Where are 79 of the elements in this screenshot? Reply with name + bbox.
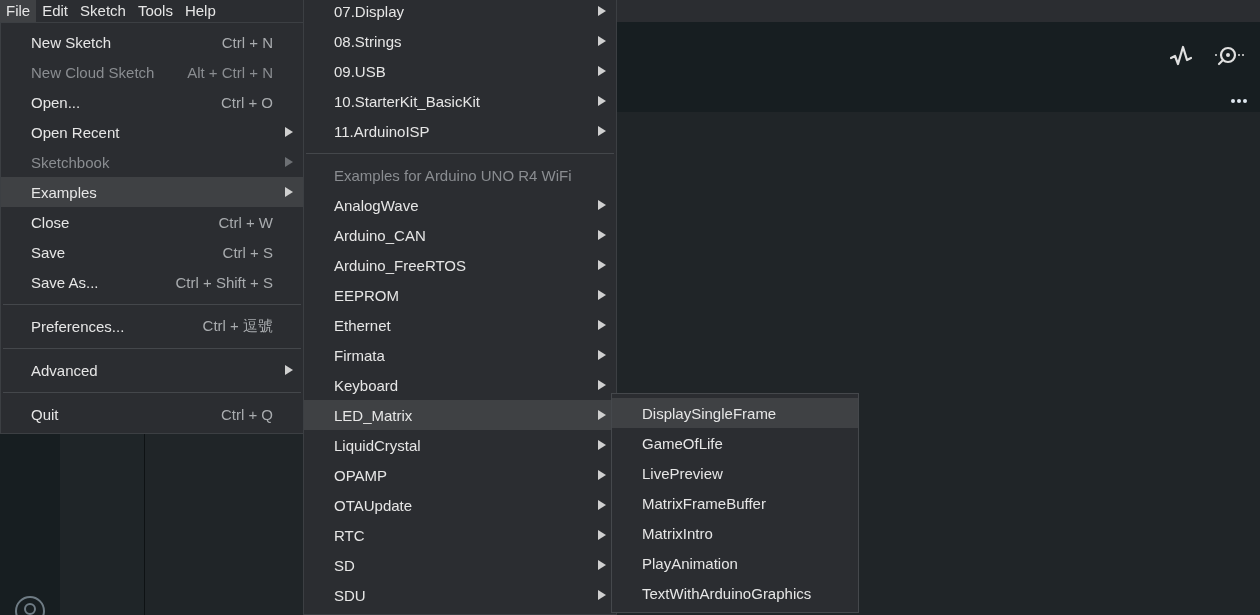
- menu-item[interactable]: 07.Display: [304, 0, 616, 26]
- menu-item-label: MatrixIntro: [642, 524, 713, 542]
- menu-item[interactable]: AnalogWave: [304, 190, 616, 220]
- menu-item-label: Keyboard: [334, 376, 399, 394]
- serial-plotter-icon[interactable]: [1170, 44, 1192, 68]
- menu-item-label: Arduino_CAN: [334, 226, 426, 244]
- menubar-item[interactable]: Help: [178, 0, 222, 22]
- menu-item-label: EEPROM: [334, 286, 399, 304]
- shortcut-text: Ctrl + S: [222, 243, 274, 261]
- menu-item[interactable]: Examples: [1, 177, 303, 207]
- menu-item-label: AnalogWave: [334, 196, 419, 214]
- menu-item[interactable]: New Sketch Ctrl + N: [1, 27, 303, 57]
- menu-item[interactable]: Close Ctrl + W: [1, 207, 303, 237]
- menubar-item[interactable]: Tools: [131, 0, 179, 22]
- menu-item[interactable]: 09.USB: [304, 56, 616, 86]
- menubar-item[interactable]: File: [0, 0, 37, 22]
- menu-item-label: SD: [334, 556, 355, 574]
- menu-item-label: OPAMP: [334, 466, 388, 484]
- menu-item-label: Close: [31, 213, 70, 231]
- more-icon[interactable]: [1230, 98, 1248, 104]
- menu-item[interactable]: Arduino_CAN: [304, 220, 616, 250]
- shortcut-text: Ctrl + 逗號: [202, 316, 274, 336]
- menu-section-header: Examples for Arduino UNO R4 WiFi: [333, 165, 573, 186]
- menu-item-label: Firmata: [334, 346, 385, 364]
- menu-item-label: LiquidCrystal: [334, 436, 421, 454]
- menu-item[interactable]: Keyboard: [304, 370, 616, 400]
- menu-item-label: 08.Strings: [334, 32, 402, 50]
- menu-item-label: Examples: [31, 183, 97, 201]
- serial-monitor-icon[interactable]: [1214, 45, 1246, 67]
- menu-item[interactable]: Save As... Ctrl + Shift + S: [1, 267, 303, 297]
- menu-item-label: OTAUpdate: [334, 496, 413, 514]
- menu-item-label: Arduino_FreeRTOS: [334, 256, 466, 274]
- menu-item-label: RTC: [334, 526, 365, 544]
- menu-item[interactable]: Open... Ctrl + O: [1, 87, 303, 117]
- shortcut-text: Alt + Ctrl + N: [187, 63, 274, 81]
- menu-item[interactable]: Arduino_FreeRTOS: [304, 250, 616, 280]
- menu-item[interactable]: Quit Ctrl + Q: [1, 399, 303, 429]
- menu-item-label: Quit: [31, 405, 59, 423]
- menu-item-label: Open...: [31, 93, 81, 111]
- menu-item-label: PlayAnimation: [642, 554, 738, 572]
- menubar-item[interactable]: Edit: [36, 0, 75, 22]
- menu-item[interactable]: Open Recent: [1, 117, 303, 147]
- menu-item-label: Sketchbook: [31, 153, 110, 171]
- menu-item-label: New Cloud Sketch: [31, 63, 155, 81]
- menu-item[interactable]: 10.StarterKit_BasicKit: [304, 86, 616, 116]
- menu-item-label: MatrixFrameBuffer: [642, 494, 766, 512]
- menu-item-label: DisplaySingleFrame: [642, 404, 777, 422]
- menu-item[interactable]: 11.ArduinoISP: [304, 116, 616, 146]
- menu-item-label: GameOfLife: [642, 434, 723, 452]
- menu-item-label: Save: [31, 243, 66, 261]
- menu-item[interactable]: 08.Strings: [304, 26, 616, 56]
- menu-item-label: Ethernet: [334, 316, 391, 334]
- menu-item-label: 09.USB: [334, 62, 386, 80]
- menu-item-label: Open Recent: [31, 123, 120, 141]
- menu-item-label: LED_Matrix: [334, 406, 413, 424]
- shortcut-text: Ctrl + W: [218, 213, 274, 231]
- shortcut-text: Ctrl + O: [220, 93, 274, 111]
- shortcut-text: Ctrl + Shift + S: [175, 273, 274, 291]
- menu-item-label: Preferences...: [31, 317, 125, 335]
- menu-item-label: SDU: [334, 586, 366, 604]
- menu-item[interactable]: EEPROM: [304, 280, 616, 310]
- menu-item-label: LivePreview: [642, 464, 723, 482]
- menu-item-label: 07.Display: [334, 2, 405, 20]
- menu-item[interactable]: DisplaySingleFrame: [612, 398, 858, 428]
- shortcut-text: Ctrl + N: [221, 33, 274, 51]
- menu-item-label: Save As...: [31, 273, 99, 291]
- menu-item[interactable]: Ethernet: [304, 310, 616, 340]
- shortcut-text: Ctrl + Q: [220, 405, 274, 423]
- menu-item[interactable]: Firmata: [304, 340, 616, 370]
- profile-icon[interactable]: [14, 595, 46, 615]
- menubar-item[interactable]: Sketch: [74, 0, 132, 22]
- menu-item-label: Advanced: [31, 361, 98, 379]
- menu-item[interactable]: Advanced: [1, 355, 303, 385]
- menu-item[interactable]: Save Ctrl + S: [1, 237, 303, 267]
- menu-item-label: 11.ArduinoISP: [334, 122, 430, 140]
- menu-item-label: TextWithArduinoGraphics: [642, 584, 812, 602]
- menu-item-label: 10.StarterKit_BasicKit: [334, 92, 480, 110]
- menu-item-label: New Sketch: [31, 33, 112, 51]
- menu-item[interactable]: Preferences... Ctrl + 逗號: [1, 311, 303, 341]
